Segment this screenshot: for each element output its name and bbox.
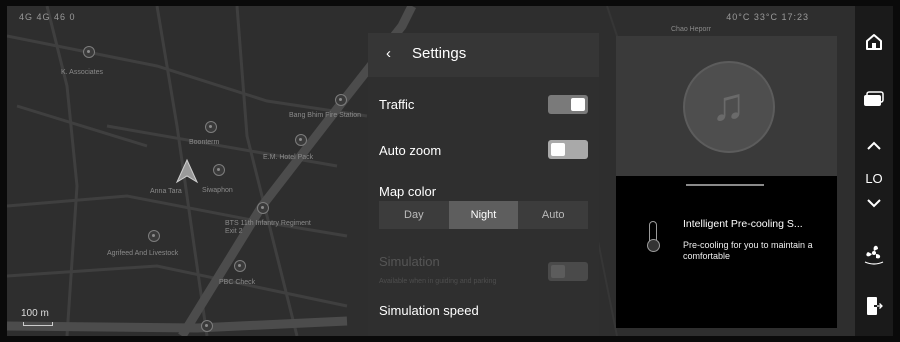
notification-title: Intelligent Pre-cooling S... bbox=[683, 218, 803, 230]
home-icon bbox=[866, 34, 882, 50]
map-label: Chao Heporr bbox=[671, 26, 712, 33]
poi-icon[interactable] bbox=[335, 94, 347, 106]
settings-header: ‹ Settings bbox=[368, 33, 599, 77]
map-label: PBC Check bbox=[219, 279, 256, 286]
map-color-selector: Day Night Auto bbox=[379, 201, 588, 229]
screen-button[interactable] bbox=[855, 91, 893, 107]
right-dock: LO bbox=[855, 6, 893, 336]
notification-card[interactable]: Intelligent Pre-cooling S... Pre-cooling… bbox=[616, 176, 837, 328]
traffic-label: Traffic bbox=[379, 97, 415, 112]
map-label: Bang Bhim Fire Station bbox=[289, 112, 361, 119]
exit-door-icon bbox=[867, 297, 883, 315]
poi-icon[interactable] bbox=[83, 46, 95, 58]
traffic-toggle[interactable] bbox=[548, 95, 588, 114]
display-icon bbox=[864, 91, 884, 106]
toggle-knob bbox=[571, 98, 585, 111]
car-display: K. Associates Bang Bhim Fire Station Boo… bbox=[7, 6, 893, 336]
simulation-speed-label[interactable]: Simulation speed bbox=[379, 303, 479, 318]
album-art: ♫ bbox=[683, 61, 775, 153]
poi-icon[interactable] bbox=[213, 164, 225, 176]
poi-icon[interactable] bbox=[201, 320, 213, 332]
map-color-label: Map color bbox=[379, 184, 437, 199]
map-label: BTS 11th Infantry Regiment Exit 2 bbox=[225, 220, 311, 235]
vehicle-position-icon bbox=[175, 158, 199, 184]
map-color-night[interactable]: Night bbox=[448, 201, 519, 229]
music-note-icon: ♫ bbox=[711, 78, 746, 130]
toggle-knob bbox=[551, 265, 565, 278]
home-button[interactable] bbox=[855, 33, 893, 51]
simulation-hint: Available when in guiding and parking bbox=[379, 278, 497, 285]
poi-icon[interactable] bbox=[148, 230, 160, 242]
poi-icon[interactable] bbox=[205, 121, 217, 133]
status-bar: 4G 4G 46 0 40°C 33°C 17:23 bbox=[19, 12, 849, 26]
map-label: Boonterm bbox=[189, 139, 220, 146]
map-scale-label: 100 m bbox=[21, 308, 49, 319]
map-label: Anna Tara bbox=[150, 188, 182, 195]
map-label: Siwaphon bbox=[202, 187, 233, 194]
media-card[interactable]: ♫ bbox=[616, 36, 837, 176]
back-button[interactable]: ‹ bbox=[386, 45, 391, 62]
toggle-knob bbox=[551, 143, 565, 156]
thermometer-icon bbox=[647, 221, 660, 252]
status-left: 4G 4G 46 0 bbox=[19, 12, 76, 22]
settings-panel: ‹ Settings Traffic Auto zoom Map color D… bbox=[368, 33, 599, 336]
temperature-value: LO bbox=[865, 171, 883, 186]
map-label: K. Associates bbox=[61, 69, 104, 76]
chevron-down-icon bbox=[867, 199, 881, 208]
temp-up-button[interactable] bbox=[855, 141, 893, 151]
auto-zoom-label: Auto zoom bbox=[379, 143, 442, 158]
poi-icon[interactable] bbox=[295, 134, 307, 146]
simulation-label: Simulation bbox=[379, 254, 440, 269]
simulation-toggle[interactable] bbox=[548, 262, 588, 281]
status-right: 40°C 33°C 17:23 bbox=[726, 12, 809, 22]
exit-button[interactable] bbox=[855, 296, 893, 316]
map-color-auto[interactable]: Auto bbox=[518, 201, 588, 229]
map-scale-bar bbox=[23, 322, 53, 326]
temp-down-button[interactable] bbox=[855, 198, 893, 208]
map-label: E.M. Hotel Pack bbox=[263, 154, 314, 161]
map-scale: 100 m bbox=[21, 308, 53, 326]
drag-handle[interactable] bbox=[686, 184, 764, 186]
notification-body: Pre-cooling for you to maintain a comfor… bbox=[683, 240, 813, 261]
fan-button[interactable] bbox=[855, 242, 893, 266]
map-label: Agrifeed And Livestock bbox=[107, 250, 179, 257]
chevron-up-icon bbox=[867, 141, 881, 150]
settings-title: Settings bbox=[412, 45, 467, 62]
poi-icon[interactable] bbox=[257, 202, 269, 214]
fan-icon bbox=[864, 245, 884, 265]
poi-icon[interactable] bbox=[234, 260, 246, 272]
map-color-day[interactable]: Day bbox=[379, 201, 449, 229]
auto-zoom-toggle[interactable] bbox=[548, 140, 588, 159]
